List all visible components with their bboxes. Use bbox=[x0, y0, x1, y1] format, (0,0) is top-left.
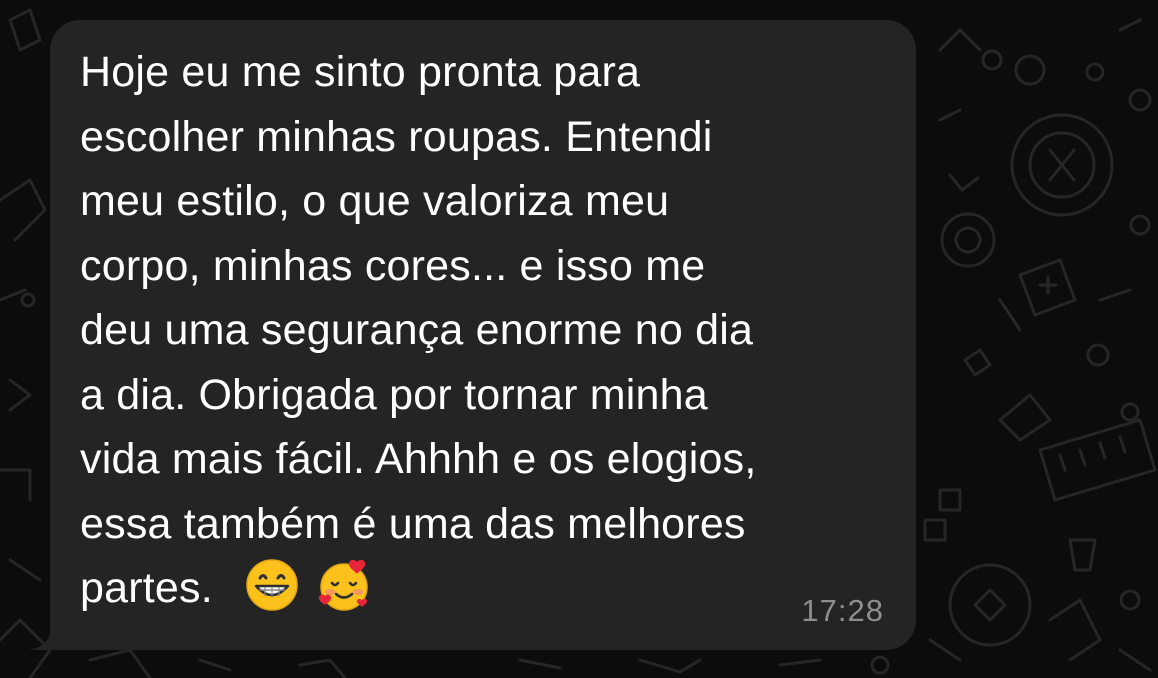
message-line: corpo, minhas cores... e isso me bbox=[80, 241, 706, 290]
grinning-face-emoji: 😁 bbox=[246, 558, 298, 611]
message-line: essa também é uma das melhores bbox=[80, 499, 746, 548]
message-line: a dia. Obrigada por tornar minha bbox=[80, 370, 708, 419]
message-timestamp: 17:28 bbox=[801, 593, 884, 628]
message-line: escolher minhas roupas. Entendi bbox=[80, 112, 713, 161]
message-line: Hoje eu me sinto pronta para bbox=[80, 48, 641, 96]
message-line: deu uma segurança enorme no dia bbox=[80, 306, 754, 354]
message-last-line: partes. 😁 🥰 bbox=[80, 556, 900, 621]
smiling-face-with-hearts-emoji: 🥰 bbox=[319, 559, 368, 611]
message-line: vida mais fácil. Ahhhh e os elogios, bbox=[80, 435, 757, 483]
message-text: Hoje eu me sinto pronta para escolher mi… bbox=[80, 40, 900, 621]
message-line: partes. bbox=[80, 564, 213, 612]
message-line: meu estilo, o que valoriza meu bbox=[80, 177, 670, 225]
